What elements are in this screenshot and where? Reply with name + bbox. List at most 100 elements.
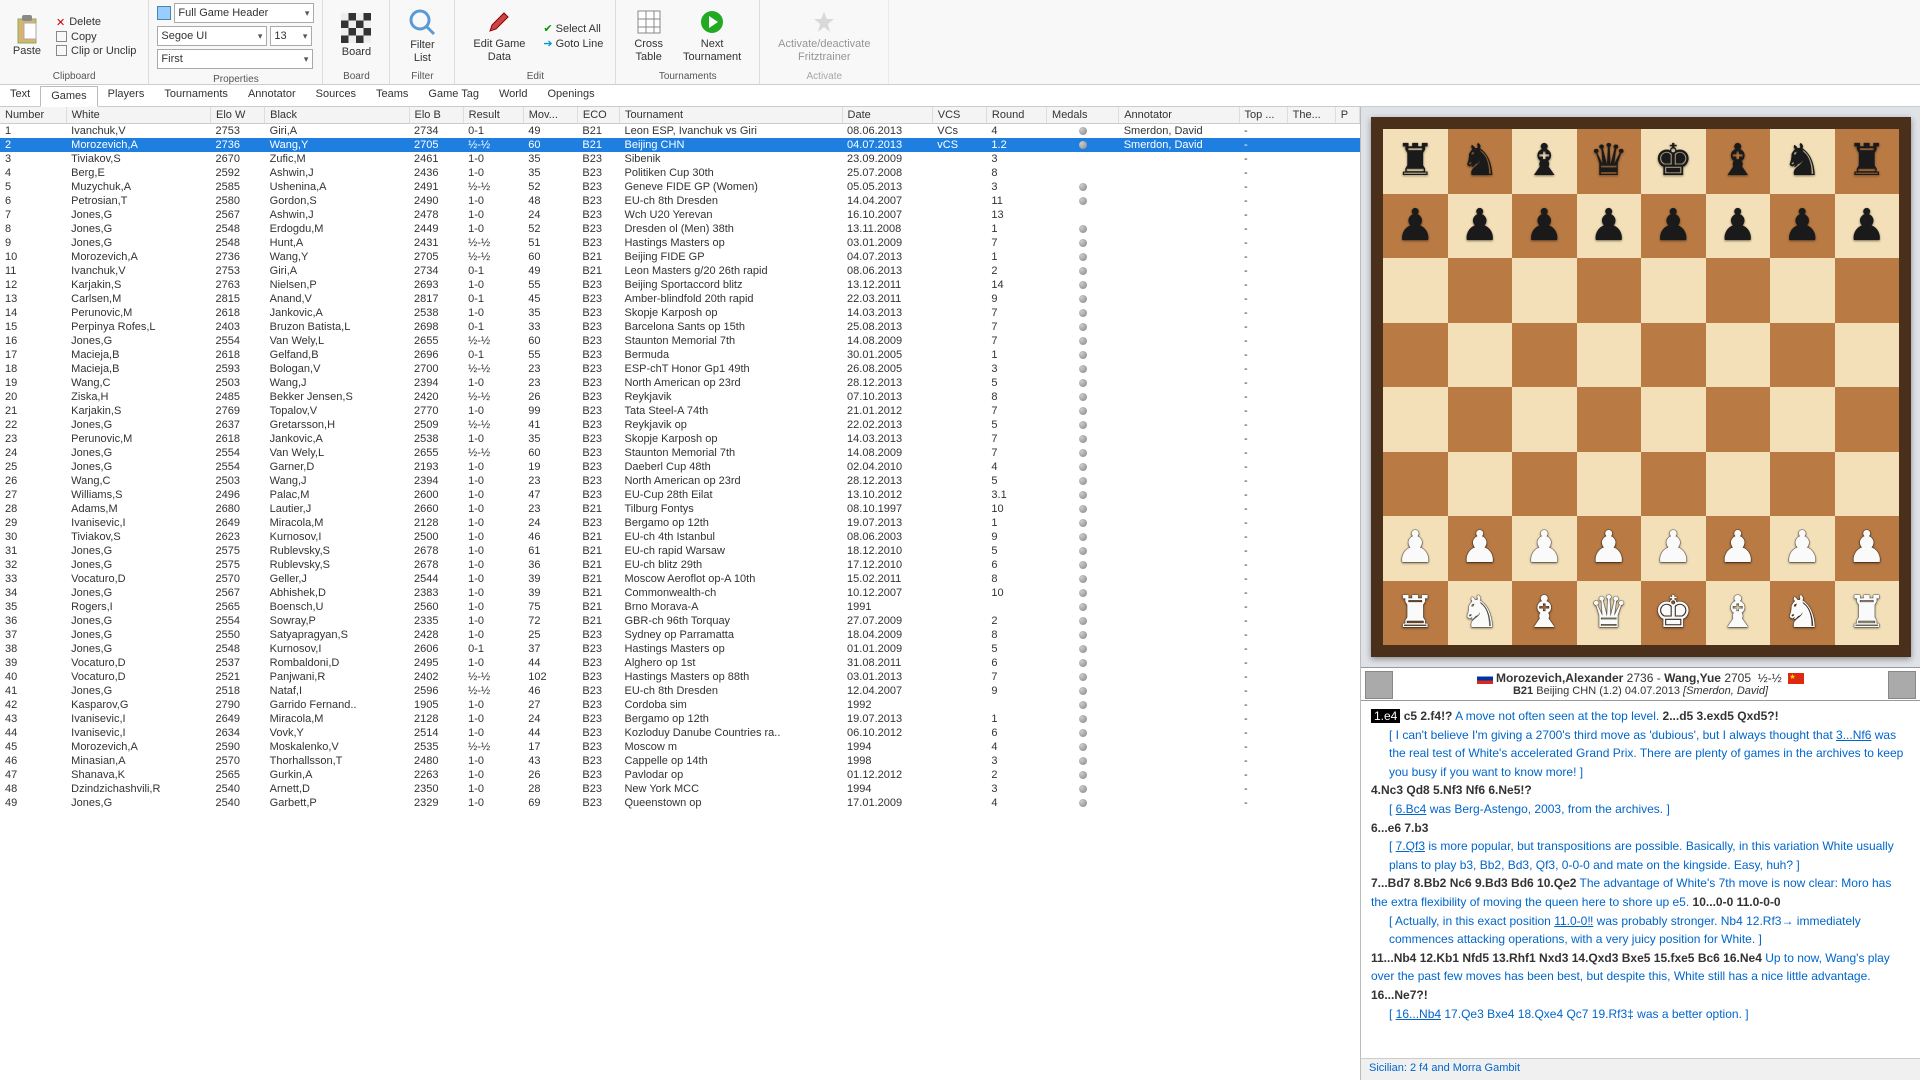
board-square[interactable] (1577, 387, 1642, 452)
table-row[interactable]: 21Karjakin,S2769Topalov,V27701-099B23Tat… (0, 404, 1360, 418)
chess-piece[interactable]: ♜ (1396, 139, 1435, 183)
notation-comment[interactable]: [ 7.Qf3 is more popular, but transpositi… (1371, 837, 1910, 874)
copy-button[interactable]: Copy (52, 30, 140, 44)
board-square[interactable]: ♟ (1448, 516, 1513, 581)
board-square[interactable] (1383, 258, 1448, 323)
tab-games[interactable]: Games (40, 86, 97, 107)
column-header[interactable]: Number (0, 107, 66, 124)
chess-piece[interactable]: ♞ (1783, 591, 1822, 635)
board-square[interactable] (1512, 452, 1577, 517)
edit-game-data-button[interactable]: Edit Game Data (463, 9, 535, 62)
board-square[interactable]: ♜ (1383, 581, 1448, 646)
board-square[interactable]: ♜ (1835, 129, 1900, 194)
table-row[interactable]: 10Morozevich,A2736Wang,Y2705½-½60B21Beij… (0, 250, 1360, 264)
board-square[interactable] (1835, 258, 1900, 323)
column-header[interactable]: The... (1287, 107, 1335, 124)
board-square[interactable]: ♟ (1383, 516, 1448, 581)
chess-piece[interactable]: ♟ (1589, 204, 1628, 248)
board-square[interactable]: ♞ (1770, 581, 1835, 646)
board-square[interactable] (1448, 323, 1513, 388)
notation-pane[interactable]: 1.e4 c5 2.f4!? A move not often seen at … (1361, 701, 1920, 1058)
table-row[interactable]: 30Tiviakov,S2623Kurnosov,I25001-046B21EU… (0, 530, 1360, 544)
tab-teams[interactable]: Teams (366, 85, 418, 106)
chess-piece[interactable]: ♚ (1654, 591, 1693, 635)
games-table-scroll[interactable]: NumberWhiteElo WBlackElo BResultMov...EC… (0, 107, 1360, 1080)
chess-piece[interactable]: ♟ (1396, 204, 1435, 248)
board-square[interactable] (1448, 387, 1513, 452)
table-row[interactable]: 28Adams,M2680Lautier,J26601-023B21Tilbur… (0, 502, 1360, 516)
clip-button[interactable]: Clip or Unclip (52, 44, 140, 58)
table-row[interactable]: 6Petrosian,T2580Gordon,S24901-048B23EU-c… (0, 194, 1360, 208)
chess-piece[interactable]: ♝ (1718, 591, 1757, 635)
next-tournament-button[interactable]: Next Tournament (673, 9, 751, 62)
column-header[interactable]: Tournament (619, 107, 842, 124)
table-row[interactable]: 39Vocaturo,D2537Rombaldoni,D24951-044B23… (0, 656, 1360, 670)
column-header[interactable]: Round (986, 107, 1046, 124)
chess-piece[interactable]: ♟ (1589, 526, 1628, 570)
board-square[interactable]: ♟ (1835, 516, 1900, 581)
select-all-button[interactable]: ✔Select All (539, 21, 607, 36)
table-row[interactable]: 34Jones,G2567Abhishek,D23831-039B21Commo… (0, 586, 1360, 600)
board-square[interactable]: ♝ (1512, 129, 1577, 194)
tab-annotator[interactable]: Annotator (238, 85, 306, 106)
board-square[interactable]: ♜ (1835, 581, 1900, 646)
table-row[interactable]: 16Jones,G2554Van Wely,L2655½-½60B23Staun… (0, 334, 1360, 348)
table-row[interactable]: 45Morozevich,A2590Moskalenko,V2535½-½17B… (0, 740, 1360, 754)
notation-line[interactable]: 11...Nb4 12.Kb1 Nfd5 13.Rhf1 Nxd3 14.Qxd… (1371, 949, 1910, 1005)
chess-piece[interactable]: ♞ (1460, 591, 1499, 635)
table-row[interactable]: 27Williams,S2496Palac,M26001-047B23EU-Cu… (0, 488, 1360, 502)
board-square[interactable]: ♝ (1706, 581, 1771, 646)
table-row[interactable]: 17Macieja,B2618Gelfand,B26960-155B23Berm… (0, 348, 1360, 362)
table-row[interactable]: 33Vocaturo,D2570Geller,J25441-039B21Mosc… (0, 572, 1360, 586)
column-header[interactable]: Annotator (1119, 107, 1239, 124)
notation-line[interactable]: 1.e4 c5 2.f4!? A move not often seen at … (1371, 707, 1910, 726)
font-family-dropdown[interactable]: Segoe UI (157, 26, 267, 46)
table-row[interactable]: 8Jones,G2548Erdogdu,M24491-052B23Dresden… (0, 222, 1360, 236)
table-row[interactable]: 14Perunovic,M2618Jankovic,A25381-035B23S… (0, 306, 1360, 320)
tab-world[interactable]: World (489, 85, 538, 106)
board-square[interactable]: ♚ (1641, 581, 1706, 646)
board-square[interactable]: ♟ (1512, 516, 1577, 581)
board-square[interactable]: ♝ (1512, 581, 1577, 646)
chess-piece[interactable]: ♛ (1589, 139, 1628, 183)
chess-piece[interactable]: ♝ (1718, 139, 1757, 183)
chess-piece[interactable]: ♟ (1718, 204, 1757, 248)
board-square[interactable]: ♛ (1577, 581, 1642, 646)
delete-button[interactable]: ✕Delete (52, 15, 140, 30)
table-row[interactable]: 42Kasparov,G2790Garrido Fernand..19051-0… (0, 698, 1360, 712)
table-row[interactable]: 31Jones,G2575Rublevsky,S26781-061B21EU-c… (0, 544, 1360, 558)
table-row[interactable]: 12Karjakin,S2763Nielsen,P26931-055B23Bei… (0, 278, 1360, 292)
board-square[interactable] (1383, 387, 1448, 452)
board-square[interactable]: ♝ (1706, 129, 1771, 194)
notation-line[interactable]: 7...Bd7 8.Bb2 Nc6 9.Bd3 Bd6 10.Qe2 The a… (1371, 874, 1910, 911)
chess-piece[interactable]: ♚ (1654, 139, 1693, 183)
games-table[interactable]: NumberWhiteElo WBlackElo BResultMov...EC… (0, 107, 1360, 810)
chess-piece[interactable]: ♜ (1847, 139, 1886, 183)
chess-piece[interactable]: ♟ (1847, 526, 1886, 570)
table-row[interactable]: 35Rogers,I2565Boensch,U25601-075B21Brno … (0, 600, 1360, 614)
tab-game tag[interactable]: Game Tag (418, 85, 489, 106)
board-square[interactable] (1641, 323, 1706, 388)
table-row[interactable]: 38Jones,G2548Kurnosov,I26060-137B23Hasti… (0, 642, 1360, 656)
board-square[interactable] (1706, 452, 1771, 517)
board-square[interactable] (1641, 452, 1706, 517)
table-row[interactable]: 19Wang,C2503Wang,J23941-023B23North Amer… (0, 376, 1360, 390)
table-row[interactable]: 48Dzindzichashvili,R2540Arnett,D23501-02… (0, 782, 1360, 796)
column-header[interactable]: P (1335, 107, 1359, 124)
table-row[interactable]: 37Jones,G2550Satyapragyan,S24281-025B23S… (0, 628, 1360, 642)
notation-comment[interactable]: [ I can't believe I'm giving a 2700's th… (1371, 726, 1910, 782)
table-row[interactable]: 40Vocaturo,D2521Panjwani,R2402½-½102B23H… (0, 670, 1360, 684)
table-row[interactable]: 46Minasian,A2570Thorhallsson,T24801-043B… (0, 754, 1360, 768)
board-square[interactable]: ♟ (1706, 516, 1771, 581)
chess-piece[interactable]: ♟ (1460, 526, 1499, 570)
board-square[interactable]: ♞ (1448, 129, 1513, 194)
table-row[interactable]: 29Ivanisevic,I2649Miracola,M21281-024B23… (0, 516, 1360, 530)
board-square[interactable]: ♟ (1835, 194, 1900, 259)
board-square[interactable]: ♜ (1383, 129, 1448, 194)
board-square[interactable] (1835, 387, 1900, 452)
table-row[interactable]: 49Jones,G2540Garbett,P23291-069B23Queens… (0, 796, 1360, 810)
board-square[interactable] (1770, 258, 1835, 323)
table-row[interactable]: 44Ivanisevic,I2634Vovk,Y25141-044B23Kozl… (0, 726, 1360, 740)
name-order-dropdown[interactable]: First (157, 49, 313, 69)
board-square[interactable] (1577, 258, 1642, 323)
